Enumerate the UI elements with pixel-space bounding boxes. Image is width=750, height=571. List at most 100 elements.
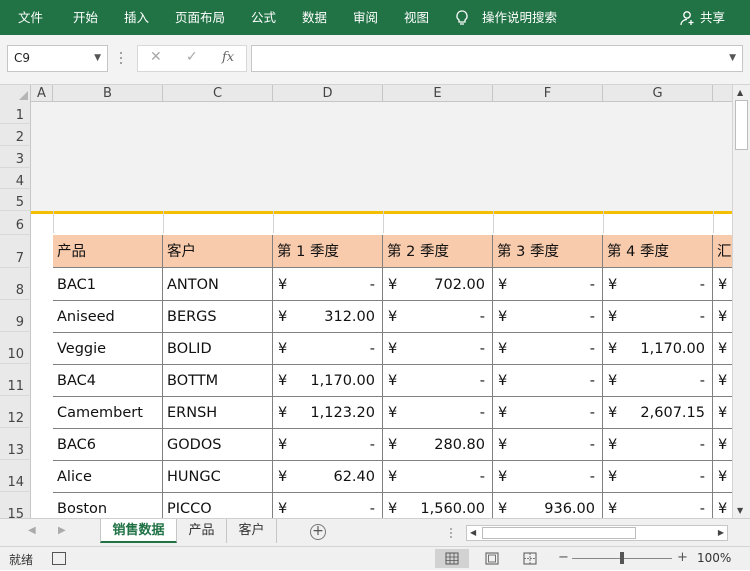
sheet-tab-products[interactable]: 产品: [177, 519, 227, 543]
add-sheet-icon[interactable]: +: [310, 524, 326, 540]
cell-total[interactable]: ¥: [713, 364, 732, 397]
cell-customer[interactable]: BOTTM: [163, 364, 273, 397]
cell-q3[interactable]: ¥ -: [493, 268, 603, 301]
cell-q3[interactable]: ¥ -: [493, 396, 603, 429]
row-header-14[interactable]: 14: [0, 460, 31, 492]
cell-customer[interactable]: BERGS: [163, 300, 273, 333]
expand-formula-icon[interactable]: ▼: [729, 53, 736, 63]
tab-data[interactable]: 数据: [302, 0, 327, 35]
row-header-5[interactable]: 5: [0, 189, 31, 211]
insert-function-icon[interactable]: fx: [222, 50, 234, 65]
cell-product[interactable]: BAC4: [53, 364, 163, 397]
cell-total[interactable]: ¥: [713, 300, 732, 333]
cell-customer[interactable]: PICCO: [163, 492, 273, 518]
cell-q2[interactable]: ¥ -: [383, 396, 493, 429]
check-icon[interactable]: ✓: [186, 49, 198, 65]
cell-q4[interactable]: ¥ -: [603, 428, 713, 461]
cell-q4[interactable]: ¥ -: [603, 460, 713, 493]
cell-customer[interactable]: BOLID: [163, 332, 273, 365]
cell-q1[interactable]: ¥ -: [273, 332, 383, 365]
zoom-level[interactable]: 100%: [697, 551, 731, 565]
page-layout-view-button[interactable]: [475, 549, 509, 568]
col-header-g[interactable]: G: [603, 85, 713, 102]
tab-home[interactable]: 开始: [73, 0, 98, 35]
col-header-f[interactable]: F: [493, 85, 603, 102]
cell-q4[interactable]: ¥ -: [603, 492, 713, 518]
header-cell-q3[interactable]: 第 3 季度: [493, 235, 603, 268]
cell-product[interactable]: BAC1: [53, 268, 163, 301]
scroll-down-icon[interactable]: ▼: [737, 506, 743, 515]
cell-q4[interactable]: ¥ -: [603, 268, 713, 301]
zoom-out-icon[interactable]: −: [558, 550, 569, 565]
chevron-down-icon[interactable]: ▼: [94, 46, 101, 71]
cell-total[interactable]: ¥: [713, 492, 732, 518]
cell-q2[interactable]: ¥ -: [383, 364, 493, 397]
tab-review[interactable]: 审阅: [353, 0, 378, 35]
vertical-scrollbar[interactable]: ▲ ▼: [732, 85, 750, 518]
tab-file[interactable]: 文件: [18, 0, 43, 35]
col-header-c[interactable]: C: [163, 85, 273, 102]
col-header-a[interactable]: A: [31, 85, 53, 102]
scroll-up-icon[interactable]: ▲: [737, 88, 743, 97]
col-header-d[interactable]: D: [273, 85, 383, 102]
header-cell-q2[interactable]: 第 2 季度: [383, 235, 493, 268]
cell-q2[interactable]: ¥280.80: [383, 428, 493, 461]
horizontal-scrollbar[interactable]: ◀ ▶: [466, 525, 728, 541]
cell-product[interactable]: BAC6: [53, 428, 163, 461]
header-cell-product[interactable]: 产品: [53, 235, 163, 268]
cell-q3[interactable]: ¥ -: [493, 428, 603, 461]
zoom-in-icon[interactable]: +: [677, 550, 688, 565]
cell-q2[interactable]: ¥ -: [383, 300, 493, 333]
cell-q3[interactable]: ¥ -: [493, 460, 603, 493]
cell-q4[interactable]: ¥2,607.15: [603, 396, 713, 429]
cell-q1[interactable]: ¥1,123.20: [273, 396, 383, 429]
row-header-8[interactable]: 8: [0, 268, 31, 300]
row-header-2[interactable]: 2: [0, 124, 31, 146]
row-header-9[interactable]: 9: [0, 300, 31, 332]
share-button[interactable]: 共享: [700, 0, 725, 35]
col-header-b[interactable]: B: [53, 85, 163, 102]
page-break-view-button[interactable]: [513, 549, 547, 568]
cell-q1[interactable]: ¥ -: [273, 492, 383, 518]
cell-product[interactable]: Boston: [53, 492, 163, 518]
cell-q4[interactable]: ¥ -: [603, 364, 713, 397]
row-header-4[interactable]: 4: [0, 168, 31, 189]
cell-q1[interactable]: ¥312.00: [273, 300, 383, 333]
cell-q1[interactable]: ¥ -: [273, 428, 383, 461]
name-box[interactable]: C9 ▼: [7, 45, 108, 72]
prev-sheet-icon[interactable]: ◀: [28, 525, 36, 536]
header-cell-q1[interactable]: 第 1 季度: [273, 235, 383, 268]
row-header-12[interactable]: 12: [0, 396, 31, 428]
cell-q1[interactable]: ¥62.40: [273, 460, 383, 493]
zoom-slider-knob[interactable]: [620, 552, 624, 564]
cell-q4[interactable]: ¥1,170.00: [603, 332, 713, 365]
sheet-tab-sales[interactable]: 销售数据: [100, 519, 177, 543]
cell-customer[interactable]: ERNSH: [163, 396, 273, 429]
header-cell-q4[interactable]: 第 4 季度: [603, 235, 713, 268]
tell-me-search[interactable]: 操作说明搜索: [482, 0, 557, 35]
cell-customer[interactable]: ANTON: [163, 268, 273, 301]
row-header-3[interactable]: 3: [0, 146, 31, 168]
row-header-10[interactable]: 10: [0, 332, 31, 364]
row-header-15[interactable]: 15: [0, 492, 31, 518]
cancel-icon[interactable]: ✕: [150, 49, 162, 65]
normal-view-button[interactable]: [435, 549, 469, 568]
next-sheet-icon[interactable]: ▶: [58, 525, 66, 536]
sheet-tab-customers[interactable]: 客户: [227, 519, 277, 543]
cell-customer[interactable]: HUNGC: [163, 460, 273, 493]
tab-view[interactable]: 视图: [404, 0, 429, 35]
cell-total[interactable]: ¥: [713, 460, 732, 493]
row-header-11[interactable]: 11: [0, 364, 31, 396]
cell-q2[interactable]: ¥ -: [383, 460, 493, 493]
vertical-dots-icon[interactable]: [449, 527, 453, 539]
scroll-right-icon[interactable]: ▶: [718, 528, 724, 537]
cell-total[interactable]: ¥: [713, 428, 732, 461]
cell-total[interactable]: ¥: [713, 332, 732, 365]
horizontal-scroll-thumb[interactable]: [482, 527, 636, 539]
row-header-1[interactable]: 1: [0, 102, 31, 124]
header-cell-customer[interactable]: 客户: [163, 235, 273, 268]
formula-input[interactable]: ▼: [251, 45, 743, 72]
cell-q3[interactable]: ¥ -: [493, 332, 603, 365]
row-header-13[interactable]: 13: [0, 428, 31, 460]
cell-q4[interactable]: ¥ -: [603, 300, 713, 333]
